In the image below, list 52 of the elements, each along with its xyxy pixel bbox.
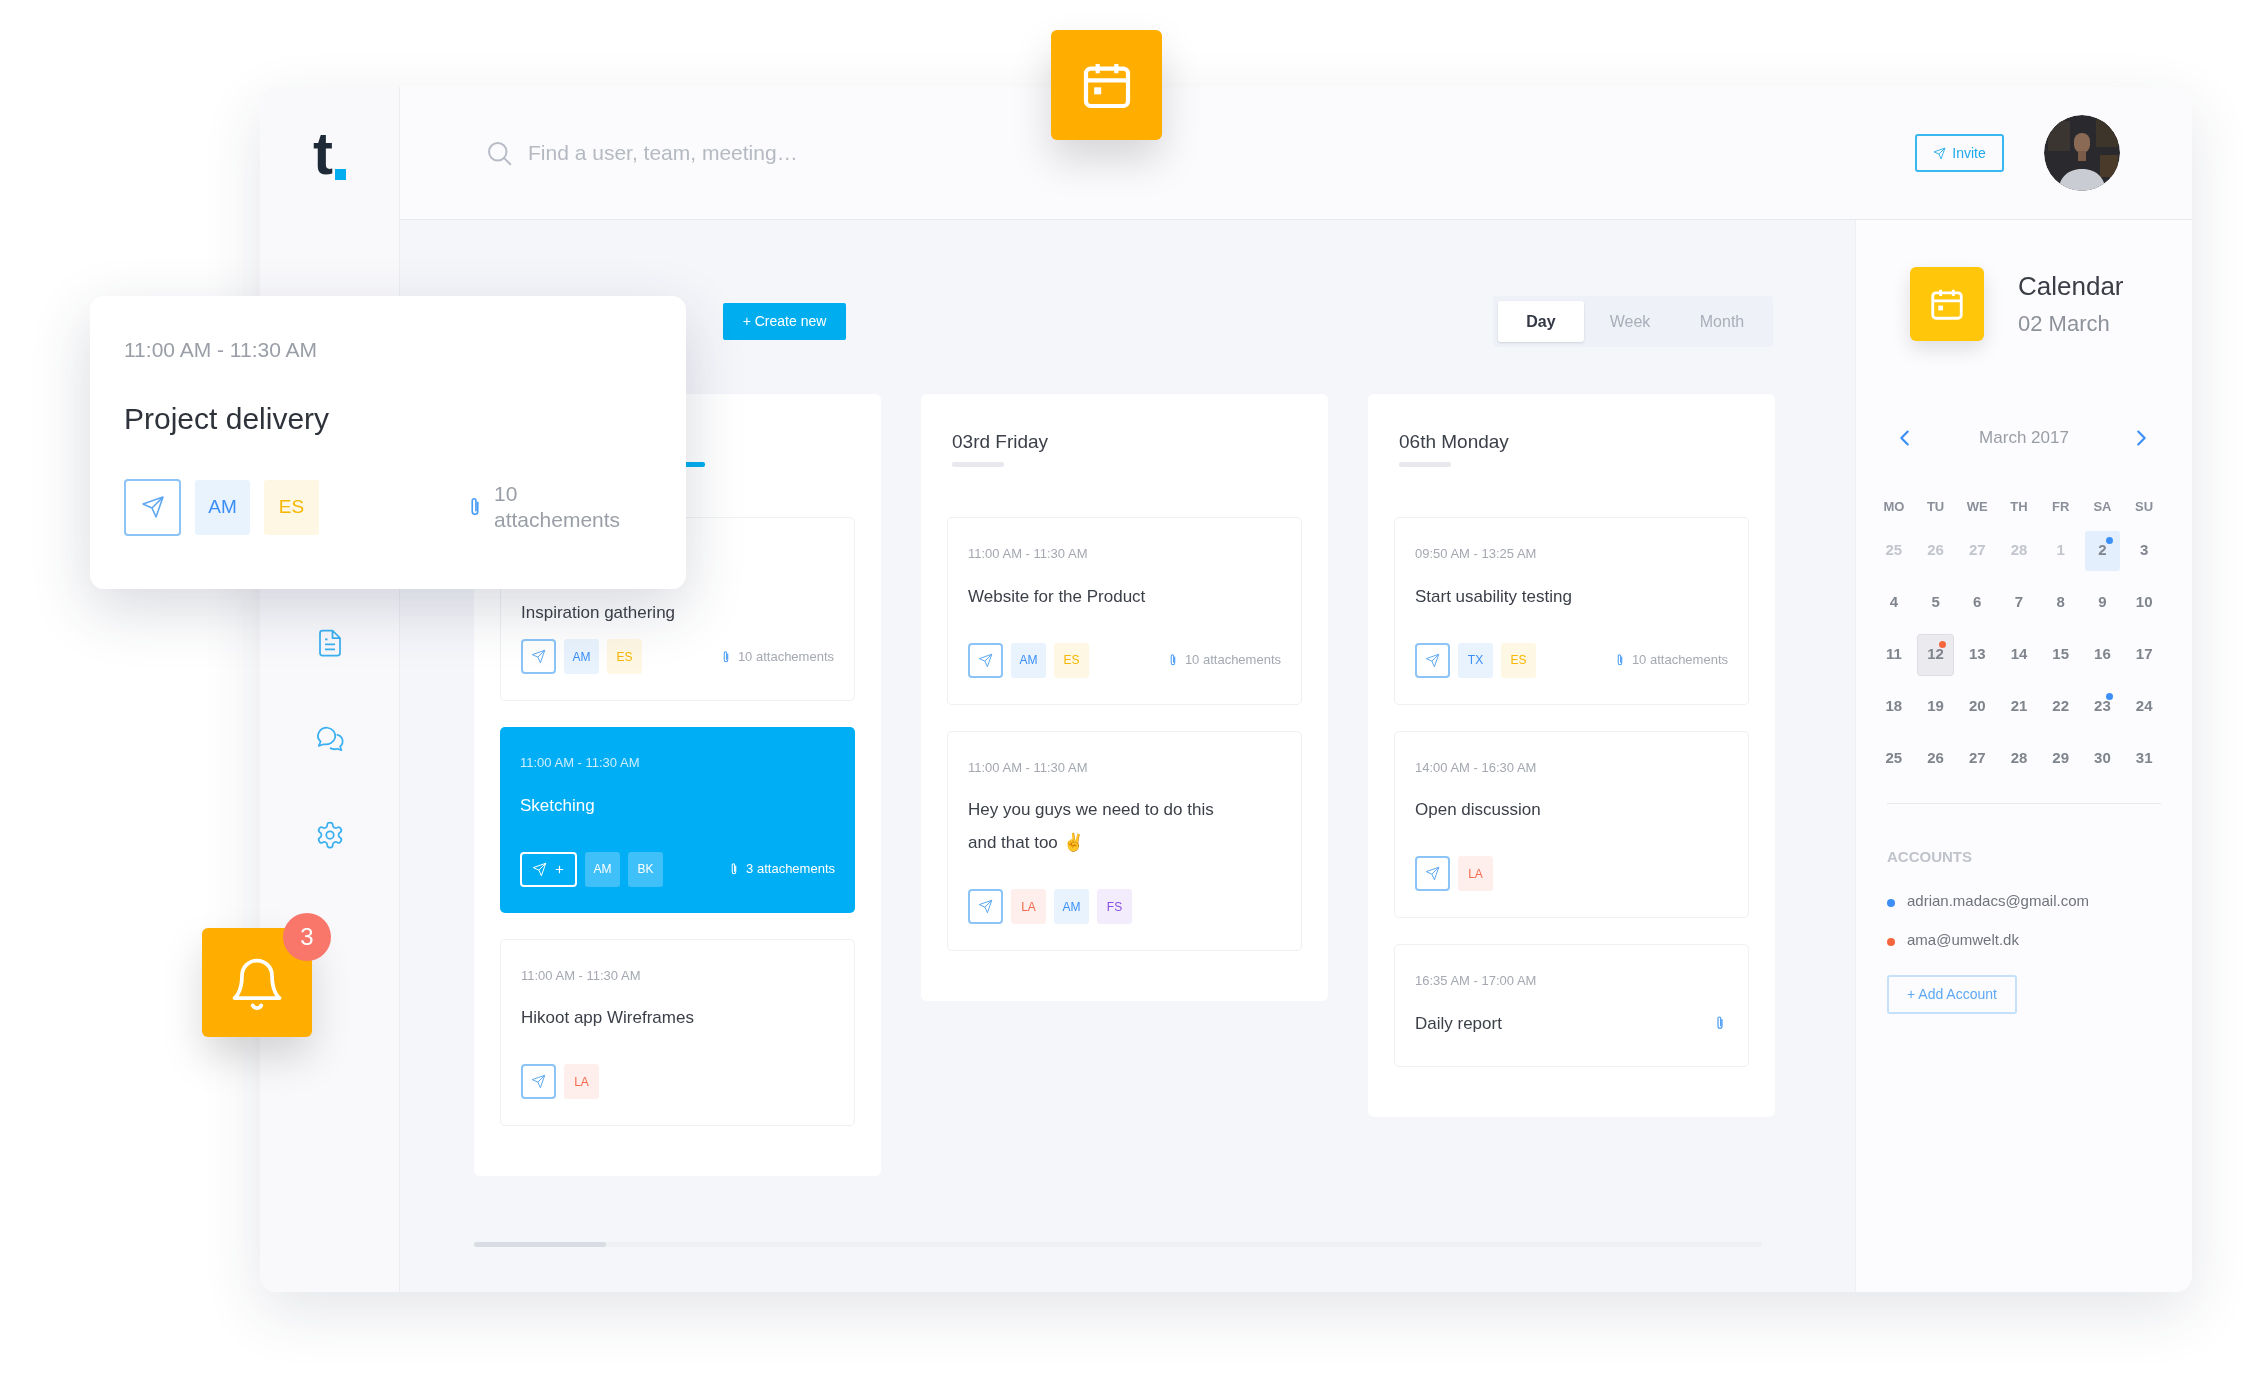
weekday-label: SU [2134,497,2155,516]
event-title: Start usability testing [1415,585,1572,608]
event-time: 09:50 AM - 13:25 AM [1415,545,1538,563]
initials-tag: AM [585,851,620,887]
event-title: Open discussion [1415,799,1541,821]
initials-tag: TX [1458,642,1493,678]
initials-tag: AM [564,639,599,674]
event-time: 16:35 AM - 17:00 AM [1415,972,1538,990]
logo: t [313,123,346,184]
initials-tag: ES [264,479,319,535]
calendar-title: Calendar [2018,271,2124,301]
calendar-date: 02 March [2018,311,2111,337]
initials-tag: FS [1097,889,1132,924]
event-time: 11:00 AM - 11:30 AM [968,758,1089,777]
initials-tag: LA [1458,856,1493,891]
initials-tag: AM [1011,642,1046,678]
initials-tag: ES [1054,642,1089,678]
initials-tag: AM [195,479,250,535]
weekday-label: MO [1882,497,1906,516]
weekday-label: TH [2009,497,2029,516]
event-title: Inspiration gathering [521,602,676,624]
weekday-label: TU [1925,497,1946,516]
weekday-label: SA [2092,497,2113,516]
account-email: adrian.madacs@gmail.com [1907,891,2089,911]
event-time: 11:00 AM - 11:30 AM [520,754,641,772]
event-title: Sketching [520,794,595,817]
day-heading: 03rd Friday [952,430,1050,452]
event-title: Daily report [1415,1012,1502,1035]
event-time: 11:00 AM - 11:30 AM [968,545,1089,563]
account-email: ama@umwelt.dk [1907,929,2019,950]
day-heading: 06th Monday [1399,430,1510,452]
initials-tag: LA [564,1064,599,1099]
initials-tag: LA [1011,889,1046,924]
weekday-label: FR [2051,497,2071,516]
event-time: 11:00 AM - 11:30 AM [124,337,318,363]
attachment-count: 3 attachements [746,860,835,879]
attachment-count: 10 attachements [1631,651,1728,670]
month-label: March 2017 [1978,427,2070,449]
initials-tag: AM [1054,889,1089,924]
event-title: Website for the Product [968,585,1146,608]
weekday-label: WE [1965,497,1989,516]
event-time: 11:00 AM - 11:30 AM [521,966,642,985]
event-time: 14:00 AM - 16:30 AM [1415,758,1538,777]
event-title: Project delivery [124,400,331,437]
event-title: Hikoot app Wireframes [521,1007,694,1029]
event-title: Hey you guys we need to do this and that too ✌ [968,799,1215,854]
initials-tag: ES [1501,642,1536,678]
initials-tag: BK [628,851,663,887]
initials-tag: ES [607,639,642,674]
attachment-count: 10 attachements [737,647,834,666]
attachment-count: 10 attachements [1184,651,1281,670]
section-heading: ACCOUNTS [1887,846,1973,867]
